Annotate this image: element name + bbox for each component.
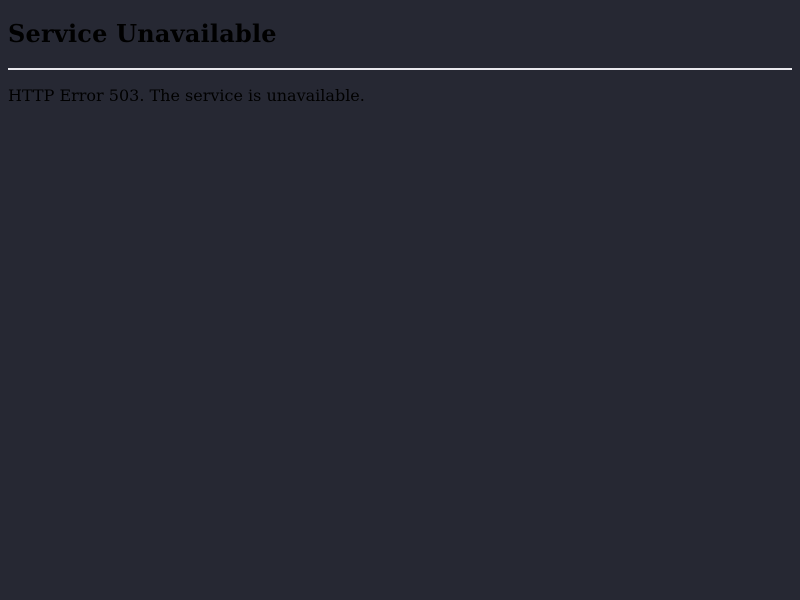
error-page: Service Unavailable HTTP Error 503. The … <box>0 0 800 600</box>
error-message: HTTP Error 503. The service is unavailab… <box>8 86 365 105</box>
page-title: Service Unavailable <box>8 19 277 48</box>
divider <box>8 68 792 70</box>
